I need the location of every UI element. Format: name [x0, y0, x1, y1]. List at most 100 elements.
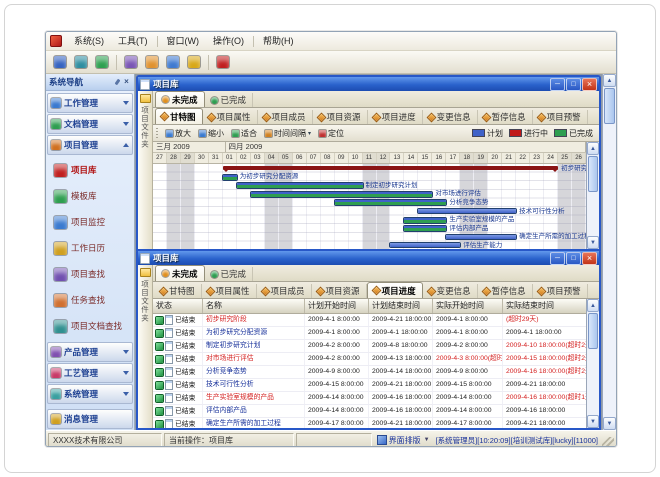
view-tab-1[interactable]: 甘特图: [155, 108, 203, 124]
table-row[interactable]: 已结束初步研究阶段2009-4-1 8:00:002009-4-21 18:00…: [153, 314, 586, 327]
gantt-bar[interactable]: [404, 226, 446, 231]
minimize-button[interactable]: [550, 252, 565, 265]
table-row[interactable]: 已结束对市场进行评估2009-4-2 8:00:002009-4-13 18:0…: [153, 353, 586, 366]
view-tab-5[interactable]: 项目进度: [367, 282, 423, 298]
sidebar-item-2[interactable]: 模板库: [46, 183, 134, 209]
exit-icon[interactable]: [214, 53, 232, 71]
gantt-bar[interactable]: [446, 235, 516, 239]
scroll-thumb[interactable]: [604, 88, 615, 124]
view-tab-4[interactable]: 项目资源: [313, 110, 368, 124]
table-row[interactable]: 已结束制定初步研究计划2009-4-2 8:00:002009-4-8 18:0…: [153, 340, 586, 353]
view-tab-8[interactable]: 项目预警: [533, 110, 588, 124]
view-tab-1[interactable]: 甘特图: [155, 284, 202, 298]
sidebar-section-6[interactable]: 系统管理: [47, 384, 133, 404]
scroll-down-icon[interactable]: [587, 236, 599, 249]
tab-status-1[interactable]: 未完成: [155, 91, 205, 107]
gantt-tool-2[interactable]: 缩小: [196, 127, 227, 140]
scroll-thumb[interactable]: [588, 156, 598, 192]
minimize-button[interactable]: [550, 78, 565, 91]
view-tab-5[interactable]: 项目进度: [368, 110, 423, 124]
gantt-bar[interactable]: [223, 166, 558, 170]
sidebar-section-1[interactable]: 工作管理: [47, 93, 133, 113]
table-vertical-scrollbar[interactable]: [586, 299, 599, 428]
sidebar-section-3[interactable]: 项目管理: [47, 135, 133, 155]
menu-item-5[interactable]: 帮助(H): [256, 33, 301, 50]
sidebar-item-1[interactable]: 项目库: [46, 157, 134, 183]
sidebar-section-5[interactable]: 工艺管理: [47, 363, 133, 383]
globe-icon[interactable]: [72, 53, 90, 71]
maximize-button[interactable]: [566, 252, 581, 265]
pin-icon[interactable]: [113, 78, 122, 87]
gantt-bar[interactable]: [418, 209, 516, 213]
gantt-bar[interactable]: [223, 175, 237, 180]
scroll-up-icon[interactable]: [587, 142, 599, 155]
view-tab-7[interactable]: 暂停信息: [478, 284, 533, 298]
gantt-tool-1[interactable]: 放大: [163, 127, 194, 140]
column-header-1[interactable]: 状态: [153, 299, 203, 313]
table-row[interactable]: 已结束分析竞争态势2009-4-9 8:00:002009-4-14 18:00…: [153, 366, 586, 379]
column-header-2[interactable]: 名称: [203, 299, 305, 313]
sidebar-item-5[interactable]: 项目查找: [46, 261, 134, 287]
menu-item-1[interactable]: 系统(S): [67, 33, 111, 50]
menu-item-3[interactable]: 窗口(W): [160, 33, 207, 50]
menu-item-2[interactable]: 工具(T): [111, 33, 155, 50]
scroll-down-icon[interactable]: [587, 415, 599, 428]
tab-status-1[interactable]: 未完成: [155, 265, 205, 281]
gantt-tool-5[interactable]: 定位: [316, 127, 347, 140]
gantt-bar[interactable]: [390, 243, 460, 247]
scroll-up-icon[interactable]: [603, 74, 616, 87]
view-tab-6[interactable]: 变更信息: [423, 110, 478, 124]
scroll-up-icon[interactable]: [587, 299, 599, 312]
table-row[interactable]: 已结束为初步研究分配资源2009-4-1 8:00:002009-4-1 18:…: [153, 327, 586, 340]
table-row[interactable]: 已结束生产实验室规模的产品2009-4-14 8:00:002009-4-16 …: [153, 392, 586, 405]
sidebar-item-7[interactable]: 项目文档查找: [46, 313, 134, 339]
sidebar-item-6[interactable]: 任务查找: [46, 287, 134, 313]
mdi-vertical-scrollbar[interactable]: [602, 74, 616, 430]
tab-status-2[interactable]: 已完成: [205, 267, 254, 281]
close-button[interactable]: [582, 78, 597, 91]
chart-icon[interactable]: [164, 53, 182, 71]
maximize-button[interactable]: [566, 78, 581, 91]
view-tab-7[interactable]: 暂停信息: [478, 110, 533, 124]
window-titlebar[interactable]: 项目库: [138, 251, 599, 265]
save-icon[interactable]: [51, 53, 69, 71]
gantt-vertical-scrollbar[interactable]: [586, 142, 599, 249]
layout-selector[interactable]: 界面排版 ▼: [374, 434, 434, 447]
sidebar-item-4[interactable]: 工作日历: [46, 235, 134, 261]
gantt-bar[interactable]: [404, 218, 446, 223]
refresh-icon[interactable]: [93, 53, 111, 71]
column-header-6[interactable]: 实际结束时间: [503, 299, 588, 313]
view-tab-2[interactable]: 项目属性: [203, 110, 258, 124]
sidebar-section-2[interactable]: 文档管理: [47, 114, 133, 134]
tab-status-2[interactable]: 已完成: [205, 93, 254, 107]
resize-grip[interactable]: [602, 437, 614, 447]
mail-icon[interactable]: [143, 53, 161, 71]
scroll-thumb[interactable]: [588, 313, 598, 349]
view-tab-4[interactable]: 项目资源: [312, 284, 367, 298]
sidebar-item-message-management[interactable]: 消息管理: [47, 409, 133, 429]
table-row[interactable]: 已结束技术可行性分析2009-4-15 8:00:002009-4-21 18:…: [153, 379, 586, 392]
column-header-5[interactable]: 实际开始时间: [433, 299, 503, 313]
gantt-tool-4[interactable]: 时间间隔▾: [262, 127, 314, 140]
view-tab-6[interactable]: 变更信息: [423, 284, 478, 298]
scroll-down-icon[interactable]: [603, 417, 616, 430]
close-button[interactable]: [582, 252, 597, 265]
close-icon[interactable]: ×: [122, 78, 131, 87]
view-tab-2[interactable]: 项目属性: [202, 284, 257, 298]
gantt-tool-3[interactable]: 适合: [229, 127, 260, 140]
column-header-3[interactable]: 计划开始时间: [305, 299, 369, 313]
table-row[interactable]: 已结束确定生产所需的加工过程2009-4-17 8:00:002009-4-21…: [153, 418, 586, 428]
window-icon[interactable]: [122, 53, 140, 71]
folder-tab[interactable]: 项目文件夹: [138, 91, 153, 249]
gantt-bar[interactable]: [237, 183, 363, 188]
table-row[interactable]: 已结束评估内部产品2009-4-14 8:00:002009-4-16 18:0…: [153, 405, 586, 418]
window-titlebar[interactable]: 项目库: [138, 77, 599, 91]
sidebar-section-4[interactable]: 产品管理: [47, 342, 133, 362]
gantt-bar[interactable]: [251, 192, 433, 197]
menu-item-4[interactable]: 操作(O): [206, 33, 251, 50]
gantt-bar[interactable]: [335, 200, 447, 205]
view-tab-3[interactable]: 项目成员: [258, 110, 313, 124]
column-header-4[interactable]: 计划结束时间: [369, 299, 433, 313]
folder-tab[interactable]: 项目文件夹: [138, 265, 153, 428]
sidebar-item-3[interactable]: 项目监控: [46, 209, 134, 235]
